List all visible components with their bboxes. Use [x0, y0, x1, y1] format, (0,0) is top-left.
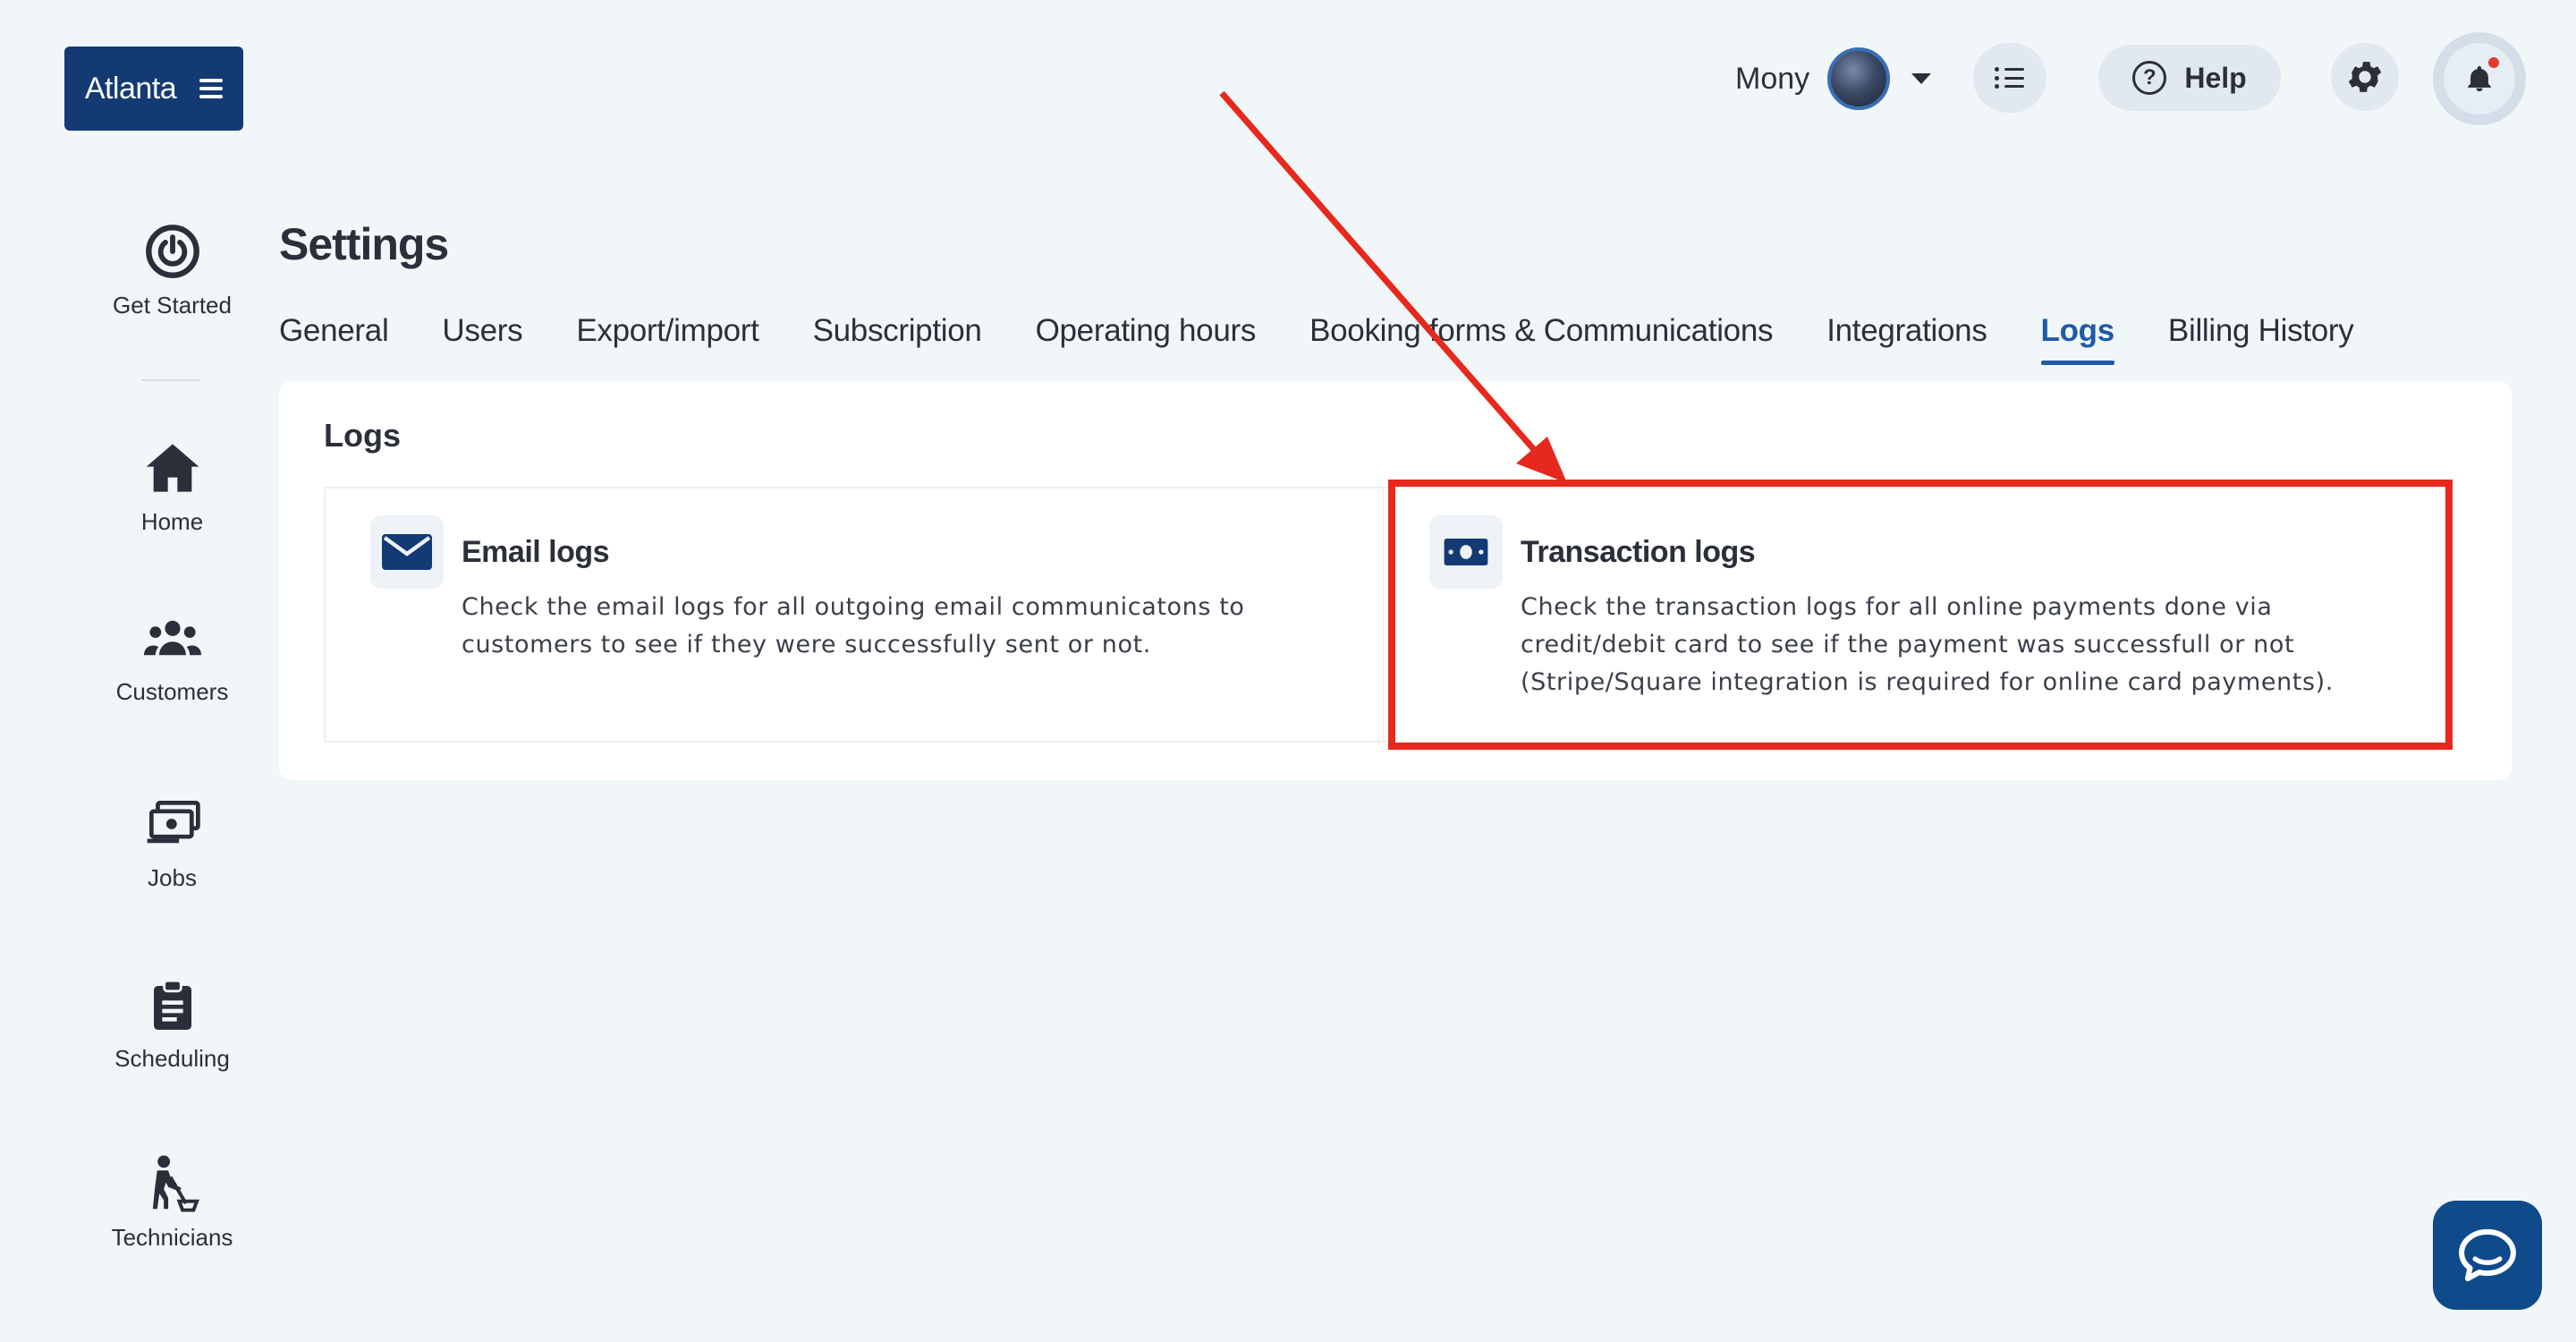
app-root: Atlanta Mony ? Help Get Started Home Cus…	[0, 0, 2576, 1342]
users-icon	[143, 620, 201, 656]
sidebar-item-scheduling[interactable]: Scheduling	[80, 975, 264, 1073]
envelope-icon	[382, 534, 432, 570]
email-logs-option[interactable]: Email logs Check the email logs for all …	[324, 487, 1385, 743]
tab-users[interactable]: Users	[442, 313, 522, 365]
sidebar-item-jobs[interactable]: Jobs	[80, 794, 264, 892]
help-button[interactable]: ? Help	[2098, 45, 2281, 111]
tab-billing-history[interactable]: Billing History	[2168, 313, 2354, 365]
tab-logs[interactable]: Logs	[2040, 313, 2115, 365]
help-label: Help	[2184, 61, 2247, 94]
user-name: Mony	[1735, 61, 1810, 96]
list-icon	[1995, 67, 2025, 89]
home-icon	[146, 444, 199, 492]
sidebar-divider	[141, 379, 200, 381]
avatar	[1827, 47, 1891, 110]
tab-subscription[interactable]: Subscription	[813, 313, 982, 365]
sidebar-item-home[interactable]: Home	[80, 438, 264, 536]
tab-booking-forms[interactable]: Booking forms & Communications	[1309, 313, 1773, 365]
list-button[interactable]	[1973, 43, 2046, 113]
user-menu[interactable]: Mony	[1735, 47, 1932, 111]
sidebar-item-customers[interactable]: Customers	[80, 608, 264, 706]
chat-bubble-icon	[2459, 1228, 2516, 1282]
tab-operating-hours[interactable]: Operating hours	[1036, 313, 1257, 365]
chat-button[interactable]	[2433, 1201, 2542, 1310]
sidebar-item-label: Scheduling	[114, 1045, 230, 1072]
email-logs-title: Email logs	[462, 535, 610, 569]
clipboard-icon	[153, 980, 191, 1030]
annotation-highlight-box	[1388, 480, 2453, 750]
card-title: Logs	[324, 417, 401, 454]
tab-general[interactable]: General	[279, 313, 389, 365]
sidebar-item-label: Home	[140, 508, 204, 535]
page-title: Settings	[279, 219, 449, 269]
sidebar-item-label: Get Started	[113, 292, 232, 319]
settings-button[interactable]	[2331, 43, 2399, 111]
notification-badge	[2488, 57, 2499, 68]
settings-tabs: General Users Export/import Subscription…	[279, 313, 2354, 365]
sidebar-item-get-started[interactable]: Get Started	[80, 222, 264, 319]
hamburger-icon	[199, 79, 224, 98]
tab-integrations[interactable]: Integrations	[1826, 313, 1987, 365]
brand-label: Atlanta	[84, 71, 177, 106]
sidebar-item-label: Jobs	[148, 864, 197, 891]
sidebar-item-label: Customers	[115, 678, 229, 705]
technician-icon	[152, 1155, 199, 1212]
help-circle-icon: ?	[2132, 61, 2167, 95]
brand-menu-button[interactable]: Atlanta	[64, 47, 243, 131]
sidebar-item-label: Technicians	[111, 1224, 233, 1251]
email-logs-description: Check the email logs for all outgoing em…	[462, 593, 1245, 658]
bell-icon	[2468, 65, 2491, 92]
money-stack-icon	[147, 801, 200, 844]
gear-icon	[2348, 62, 2382, 92]
power-icon	[145, 225, 199, 278]
caret-down-icon	[1911, 73, 1932, 84]
notifications-button[interactable]	[2433, 32, 2526, 125]
tab-export-import[interactable]: Export/import	[576, 313, 759, 365]
sidebar-item-technicians[interactable]: Technicians	[80, 1154, 264, 1252]
